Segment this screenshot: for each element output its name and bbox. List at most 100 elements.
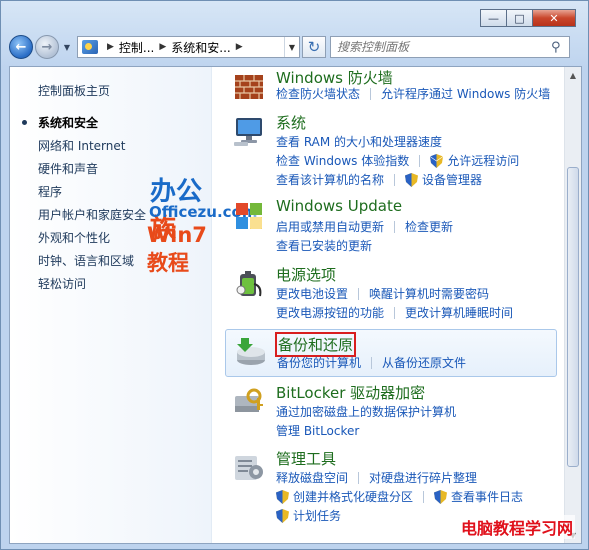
link-row: 通过加密磁盘上的数据保护计算机 [276, 403, 456, 420]
sidebar-item-user-accounts[interactable]: 用户帐户和家庭安全 [38, 206, 146, 223]
link-device-manager[interactable]: 设备管理器 [422, 171, 482, 188]
sidebar-item-ease-of-access[interactable]: 轻松访问 [38, 275, 86, 292]
category-title-bitlocker[interactable]: BitLocker 驱动器加密 [276, 382, 425, 403]
link-separator [423, 490, 425, 503]
windows-update-icon [236, 203, 264, 231]
category-title-power-options[interactable]: 电源选项 [276, 264, 336, 285]
link-sleep-time[interactable]: 更改计算机睡眠时间 [405, 304, 513, 321]
sidebar-item-system-security[interactable]: 系统和安全 [38, 114, 98, 131]
link-allow-program[interactable]: 允许程序通过 Windows 防火墙 [381, 85, 550, 102]
forward-button[interactable]: → [35, 35, 59, 59]
link-row: 更改电源按钮的功能 更改计算机睡眠时间 [276, 304, 513, 321]
uac-shield-icon [434, 489, 448, 504]
uac-shield-icon [405, 172, 419, 187]
category-system: 系统 查看 RAM 的大小和处理器速度 检查 Windows 体验指数 允许远程… [225, 112, 557, 190]
close-button[interactable]: ✕ [532, 9, 576, 27]
link-check-updates[interactable]: 检查更新 [405, 218, 453, 235]
category-backup-restore[interactable]: 备份和还原 备份您的计算机 从备份还原文件 [225, 329, 557, 377]
link-encrypt-disk[interactable]: 通过加密磁盘上的数据保护计算机 [276, 403, 456, 420]
address-bar[interactable]: ▶ 控制... ▶ 系统和安... ▶ ▼ [77, 36, 300, 58]
link-row: 检查防火墙状态 允许程序通过 Windows 防火墙 [276, 85, 550, 102]
maximize-button[interactable]: □ [506, 9, 533, 27]
back-button[interactable]: ← [9, 35, 33, 59]
link-power-button[interactable]: 更改电源按钮的功能 [276, 304, 384, 321]
breadcrumb-separator[interactable]: ▶ [159, 42, 166, 52]
uac-shield-icon [276, 489, 289, 504]
link-row: 管理 BitLocker [276, 422, 359, 439]
link-row: 创建并格式化硬盘分区 查看事件日志 [276, 488, 523, 505]
admin-tools-icon [235, 456, 263, 480]
uac-shield-icon [276, 508, 289, 523]
link-battery-settings[interactable]: 更改电池设置 [276, 285, 348, 302]
link-defragment[interactable]: 对硬盘进行碎片整理 [369, 469, 477, 486]
link-experience-index[interactable]: 检查 Windows 体验指数 [276, 152, 409, 169]
category-title-admin-tools[interactable]: 管理工具 [276, 448, 336, 469]
link-manage-bitlocker[interactable]: 管理 BitLocker [276, 422, 359, 439]
breadcrumb-separator[interactable]: ▶ [107, 42, 114, 52]
link-firewall-status[interactable]: 检查防火墙状态 [276, 85, 360, 102]
link-task-scheduler[interactable]: 计划任务 [293, 507, 341, 524]
link-computer-name[interactable]: 查看该计算机的名称 [276, 171, 384, 188]
category-title-windows-update[interactable]: Windows Update [276, 197, 402, 215]
breadcrumb-system-security[interactable]: 系统和安... [171, 39, 230, 56]
sidebar-item-hardware-sound[interactable]: 硬件和声音 [38, 160, 98, 177]
link-separator [394, 173, 396, 186]
link-auto-update[interactable]: 启用或禁用自动更新 [276, 218, 384, 235]
system-computer-icon [234, 118, 262, 146]
link-event-logs[interactable]: 查看事件日志 [451, 488, 523, 505]
corner-watermark: 电脑教程学习网 [458, 515, 575, 539]
link-wake-password[interactable]: 唤醒计算机时需要密码 [369, 285, 489, 302]
search-input[interactable] [331, 39, 551, 55]
caption-buttons: — □ ✕ [480, 9, 576, 27]
category-windows-update: Windows Update 启用或禁用自动更新 检查更新 查看已安装的更新 [225, 197, 557, 255]
link-row: 释放磁盘空间 对硬盘进行碎片整理 [276, 469, 477, 486]
firewall-icon [235, 75, 263, 99]
breadcrumb-separator[interactable]: ▶ [236, 42, 243, 52]
watermark-subtitle: Win7教程 [147, 223, 207, 275]
breadcrumb-control-panel[interactable]: 控制... [119, 39, 154, 56]
search-box[interactable]: ⚲ [330, 36, 570, 58]
link-row: 查看该计算机的名称 设备管理器 [276, 171, 482, 188]
bitlocker-icon [235, 388, 263, 412]
link-restore-files[interactable]: 从备份还原文件 [382, 354, 466, 371]
sidebar: 控制面板主页 系统和安全 网络和 Internet 硬件和声音 程序 用户帐户和… [10, 67, 257, 543]
link-separator [419, 154, 421, 167]
backup-restore-icon [237, 338, 265, 365]
link-row: 查看 RAM 的大小和处理器速度 [276, 133, 442, 150]
link-row: 检查 Windows 体验指数 允许远程访问 [276, 152, 519, 169]
minimize-button[interactable]: — [480, 9, 507, 27]
category-list: Windows 防火墙 检查防火墙状态 允许程序通过 Windows 防火墙 系… [215, 67, 567, 543]
refresh-button[interactable]: ↻ [302, 36, 326, 58]
link-free-disk-space[interactable]: 释放磁盘空间 [276, 469, 348, 486]
search-icon[interactable]: ⚲ [551, 40, 569, 55]
link-installed-updates[interactable]: 查看已安装的更新 [276, 237, 372, 254]
address-dropdown-button[interactable]: ▼ [284, 37, 299, 57]
link-backup-computer[interactable]: 备份您的计算机 [277, 354, 361, 371]
sidebar-item-clock-language[interactable]: 时钟、语言和区域 [38, 252, 134, 269]
category-bitlocker: BitLocker 驱动器加密 通过加密磁盘上的数据保护计算机 管理 BitLo… [225, 382, 557, 440]
link-separator [358, 471, 360, 484]
link-row: 计划任务 [276, 507, 341, 524]
active-item-bullet [22, 120, 27, 125]
sidebar-item-network[interactable]: 网络和 Internet [38, 137, 125, 154]
link-create-partition[interactable]: 创建并格式化硬盘分区 [293, 488, 413, 505]
link-separator [370, 87, 372, 100]
link-row: 启用或禁用自动更新 检查更新 [276, 218, 453, 235]
navigation-bar: ← → ▼ ▶ 控制... ▶ 系统和安... ▶ ▼ ↻ ⚲ [9, 34, 580, 60]
link-row: 备份您的计算机 从备份还原文件 [277, 354, 466, 371]
sidebar-home-link[interactable]: 控制面板主页 [38, 82, 110, 99]
sidebar-item-appearance[interactable]: 外观和个性化 [38, 229, 110, 246]
power-options-icon [236, 271, 262, 297]
control-panel-window: — □ ✕ ← → ▼ ▶ 控制... ▶ 系统和安... ▶ ▼ ↻ ⚲ 控制… [0, 0, 589, 550]
category-power-options: 电源选项 更改电池设置 唤醒计算机时需要密码 更改电源按钮的功能 更改计算机睡眠… [225, 264, 557, 322]
link-separator [394, 220, 396, 233]
vertical-scrollbar[interactable]: ▲ ▼ [564, 67, 581, 543]
link-ram-processor[interactable]: 查看 RAM 的大小和处理器速度 [276, 133, 442, 150]
control-panel-icon [82, 40, 98, 54]
scroll-up-arrow[interactable]: ▲ [565, 67, 581, 83]
scrollbar-thumb[interactable] [567, 167, 579, 467]
category-title-system[interactable]: 系统 [276, 112, 306, 133]
link-remote-access[interactable]: 允许远程访问 [447, 152, 519, 169]
sidebar-item-programs[interactable]: 程序 [38, 183, 62, 200]
recent-pages-dropdown[interactable]: ▼ [61, 43, 73, 52]
